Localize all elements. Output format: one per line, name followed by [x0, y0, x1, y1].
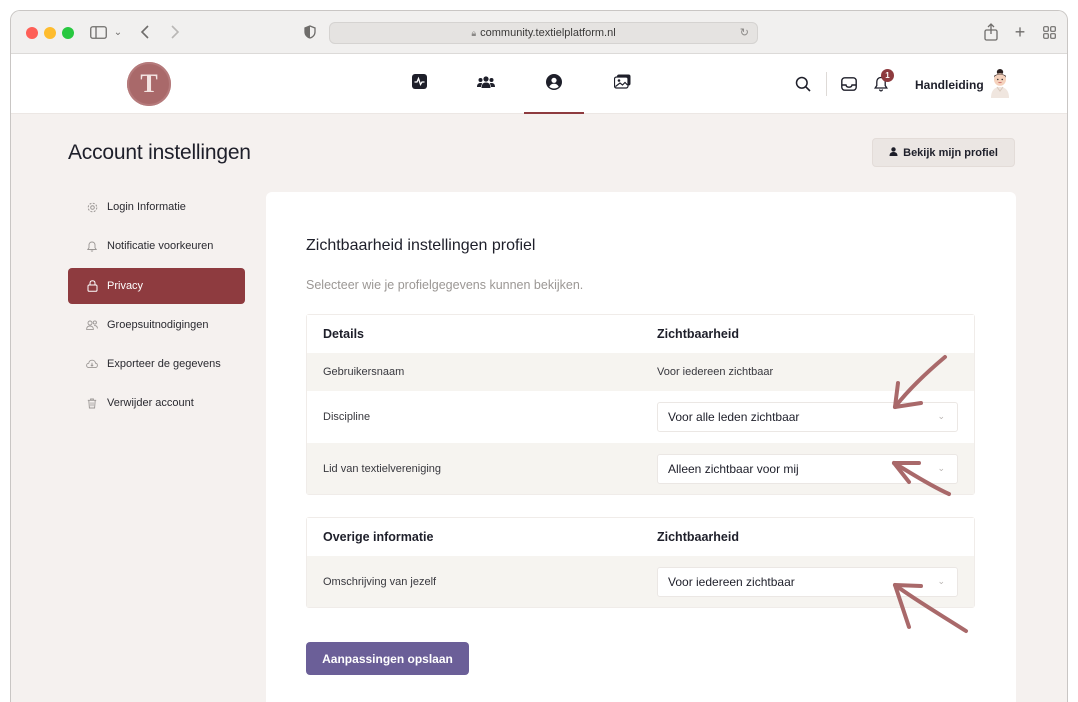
- table-header-row: Details Zichtbaarheid: [307, 315, 974, 353]
- nav-activity[interactable]: [389, 54, 449, 114]
- nav-media[interactable]: [592, 54, 652, 114]
- new-tab-icon[interactable]: +: [1012, 21, 1028, 43]
- nav-members[interactable]: [456, 54, 516, 114]
- column-header-other-info: Overige informatie: [323, 530, 434, 544]
- activity-icon: [411, 74, 427, 94]
- site-logo[interactable]: T: [127, 62, 171, 106]
- field-label-discipline: Discipline: [323, 411, 371, 423]
- page-title: Account instellingen: [68, 141, 251, 164]
- notification-badge: 1: [881, 69, 894, 82]
- privacy-shield-icon[interactable]: [303, 21, 317, 43]
- trash-icon: [86, 398, 98, 409]
- sidebar-item-privacy[interactable]: Privacy: [68, 267, 245, 304]
- user-circle-icon: [546, 73, 562, 95]
- bell-icon[interactable]: 1: [871, 69, 894, 94]
- sidebar-item-label: Login Informatie: [107, 201, 186, 213]
- chevron-down-icon: ⌄: [937, 575, 945, 586]
- tab-overview-icon[interactable]: [1041, 21, 1057, 43]
- zoom-window-button[interactable]: [62, 27, 74, 39]
- close-window-button[interactable]: [26, 27, 38, 39]
- privacy-settings-card: Zichtbaarheid instellingen profiel Selec…: [266, 192, 1016, 702]
- group-icon: [86, 320, 98, 330]
- photos-icon: [613, 74, 631, 94]
- nav-profile[interactable]: [524, 54, 584, 114]
- sidebar-item-label: Exporteer de gegevens: [107, 358, 221, 371]
- visibility-select-description[interactable]: Voor iedereen zichtbaar ⌄: [657, 566, 958, 597]
- table-header-row: Overige informatie Zichtbaarheid: [307, 518, 974, 556]
- select-value: Voor iedereen zichtbaar: [668, 574, 795, 589]
- avatar[interactable]: [989, 68, 1011, 98]
- field-label-textile-association: Lid van textielvereniging: [323, 462, 442, 475]
- browser-window: ⌄ 🔒︎ community.textielplatform.nl ↻ + T: [10, 10, 1068, 702]
- select-value: Alleen zichtbaar voor mij: [668, 461, 799, 476]
- visibility-select-textile-association[interactable]: Alleen zichtbaar voor mij ⌄: [657, 453, 958, 484]
- table-row: Lid van textielvereniging Alleen zichtba…: [307, 443, 974, 494]
- address-bar[interactable]: 🔒︎ community.textielplatform.nl ↻: [329, 22, 758, 44]
- search-icon[interactable]: [793, 74, 813, 94]
- header-divider: [826, 72, 827, 96]
- view-profile-label: Bekijk mijn profiel: [903, 146, 998, 159]
- column-header-details: Details: [323, 327, 364, 341]
- sidebar-item-label: Notificatie voorkeuren: [107, 240, 214, 253]
- table-row: Gebruikersnaam Voor iedereen zichtbaar: [307, 353, 974, 391]
- sidebar-item-label: Groepsuitnodigingen: [107, 318, 209, 331]
- sidebar-item-label: Privacy: [107, 279, 144, 292]
- minimize-window-button[interactable]: [44, 27, 56, 39]
- sidebar-item-login-info[interactable]: Login Informatie: [68, 189, 245, 225]
- chevron-down-icon: ⌄: [937, 462, 945, 473]
- bell-icon: [86, 241, 98, 252]
- section-subtitle: Selecteer wie je profielgegevens kunnen …: [306, 278, 584, 292]
- column-header-visibility: Zichtbaarheid: [657, 327, 739, 341]
- field-label-username: Gebruikersnaam: [323, 366, 405, 378]
- gear-icon: [86, 202, 98, 213]
- view-profile-button[interactable]: Bekijk mijn profiel: [872, 138, 1015, 167]
- logo-letter: T: [140, 69, 158, 98]
- inbox-icon[interactable]: [839, 74, 859, 94]
- sidebar-item-label: Verwijder account: [107, 397, 194, 410]
- username-label[interactable]: Handleiding: [915, 78, 984, 92]
- sidebar-item-export[interactable]: Exporteer de gegevens: [68, 346, 245, 382]
- share-icon[interactable]: [983, 21, 999, 43]
- column-header-visibility: Zichtbaarheid: [657, 530, 739, 544]
- url-text: community.textielplatform.nl: [480, 27, 616, 39]
- select-value: Voor alle leden zichtbaar: [668, 410, 800, 424]
- sidebar-item-notifications[interactable]: Notificatie voorkeuren: [68, 228, 245, 264]
- section-title: Zichtbaarheid instellingen profiel: [306, 237, 536, 254]
- other-info-visibility-table: Overige informatie Zichtbaarheid Omschri…: [306, 517, 975, 608]
- cloud-download-icon: [86, 359, 98, 369]
- forward-button[interactable]: [167, 21, 183, 43]
- chevron-down-icon: ⌄: [937, 411, 945, 421]
- details-visibility-table: Details Zichtbaarheid Gebruikersnaam Voo…: [306, 314, 975, 495]
- user-icon: [889, 146, 898, 159]
- visibility-value-username: Voor iedereen zichtbaar: [657, 366, 774, 378]
- save-changes-button[interactable]: Aanpassingen opslaan: [306, 642, 469, 675]
- sidebar-item-group-invites[interactable]: Groepsuitnodigingen: [68, 307, 245, 343]
- sidebar-toggle-icon[interactable]: [89, 21, 107, 43]
- browser-toolbar: ⌄ 🔒︎ community.textielplatform.nl ↻ +: [11, 11, 1067, 54]
- settings-sidebar: Login Informatie Notificatie voorkeuren …: [68, 189, 245, 425]
- table-row: Discipline Voor alle leden zichtbaar ⌄: [307, 391, 974, 443]
- visibility-select-discipline[interactable]: Voor alle leden zichtbaar ⌄: [657, 402, 958, 432]
- sidebar-item-delete-account[interactable]: Verwijder account: [68, 385, 245, 421]
- back-button[interactable]: [137, 21, 153, 43]
- site-header: T 1 Handleiding: [11, 54, 1067, 114]
- lock-icon: 🔒︎: [471, 27, 477, 38]
- chevron-down-icon[interactable]: ⌄: [111, 21, 125, 43]
- lock-icon: [86, 279, 98, 292]
- reload-icon[interactable]: ↻: [740, 26, 749, 39]
- field-label-description: Omschrijving van jezelf: [323, 575, 437, 588]
- table-row: Omschrijving van jezelf Voor iedereen zi…: [307, 556, 974, 607]
- members-icon: [477, 75, 495, 94]
